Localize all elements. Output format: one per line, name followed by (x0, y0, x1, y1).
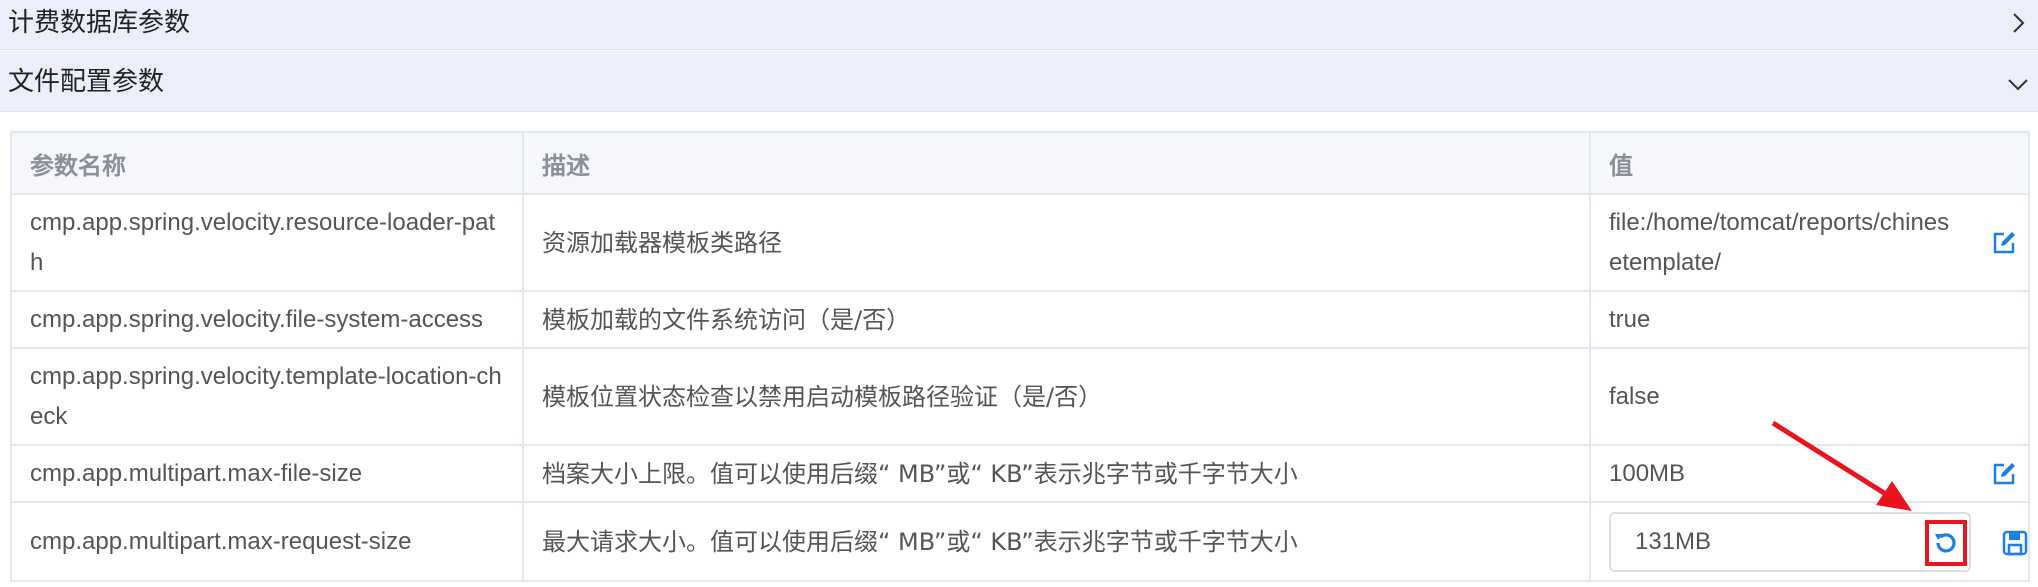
table-row: cmp.app.spring.velocity.file-system-acce… (10, 290, 2030, 349)
param-value: true (1589, 290, 2030, 349)
param-name: cmp.app.multipart.max-file-size (10, 444, 524, 503)
param-name: cmp.app.spring.velocity.template-locatio… (10, 347, 524, 446)
param-description: 最大请求大小。值可以使用后缀“ MB”或“ KB”表示兆字节或千字节大小 (522, 501, 1591, 582)
table-row: cmp.app.multipart.max-file-size 档案大小上限。值… (10, 444, 2030, 503)
param-description: 模板加载的文件系统访问（是/否） (522, 290, 1591, 349)
column-header-name: 参数名称 (10, 131, 524, 195)
save-icon[interactable] (2001, 529, 2029, 557)
reset-icon (1935, 532, 1956, 552)
param-value-cell: 100MB (1589, 444, 2030, 503)
section-file-config[interactable]: 文件配置参数 (0, 51, 2038, 112)
table-header-row: 参数名称 描述 值 (10, 131, 2030, 195)
param-description: 模板位置状态检查以禁用启动模板路径验证（是/否） (522, 347, 1591, 446)
chevron-down-icon[interactable] (2006, 72, 2030, 96)
section-title: 文件配置参数 (8, 67, 165, 97)
param-name: cmp.app.spring.velocity.resource-loader-… (10, 193, 524, 292)
column-header-description: 描述 (522, 131, 1591, 195)
section-title: 计费数据库参数 (8, 8, 191, 38)
param-value: file:/home/tomcat/reports/chinesetemplat… (1609, 208, 1950, 276)
edit-icon[interactable] (1990, 229, 2018, 257)
param-description: 资源加载器模板类路径 (522, 193, 1591, 292)
param-value-input[interactable] (1609, 511, 1971, 572)
param-value-cell (1589, 501, 2030, 582)
param-value-cell: file:/home/tomcat/reports/chinesetemplat… (1589, 193, 2030, 292)
param-name: cmp.app.spring.velocity.file-system-acce… (10, 290, 524, 349)
param-description: 档案大小上限。值可以使用后缀“ MB”或“ KB”表示兆字节或千字节大小 (522, 444, 1591, 503)
param-value: 100MB (1609, 459, 1686, 487)
chevron-right-icon[interactable] (2006, 11, 2030, 35)
table-row: cmp.app.spring.velocity.resource-loader-… (10, 193, 2030, 292)
table-row: cmp.app.spring.velocity.template-locatio… (10, 347, 2030, 446)
reset-button[interactable] (1925, 519, 1967, 566)
edit-icon[interactable] (1990, 460, 2018, 488)
param-value: false (1589, 347, 2030, 446)
table-row: cmp.app.multipart.max-request-size 最大请求大… (10, 501, 2030, 582)
column-header-value: 值 (1589, 131, 2030, 195)
section-billing-db[interactable]: 计费数据库参数 (0, 0, 2038, 50)
param-name: cmp.app.multipart.max-request-size (10, 501, 524, 582)
parameters-table: 参数名称 描述 值 cmp.app.spring.velocity.resour… (10, 131, 2030, 582)
